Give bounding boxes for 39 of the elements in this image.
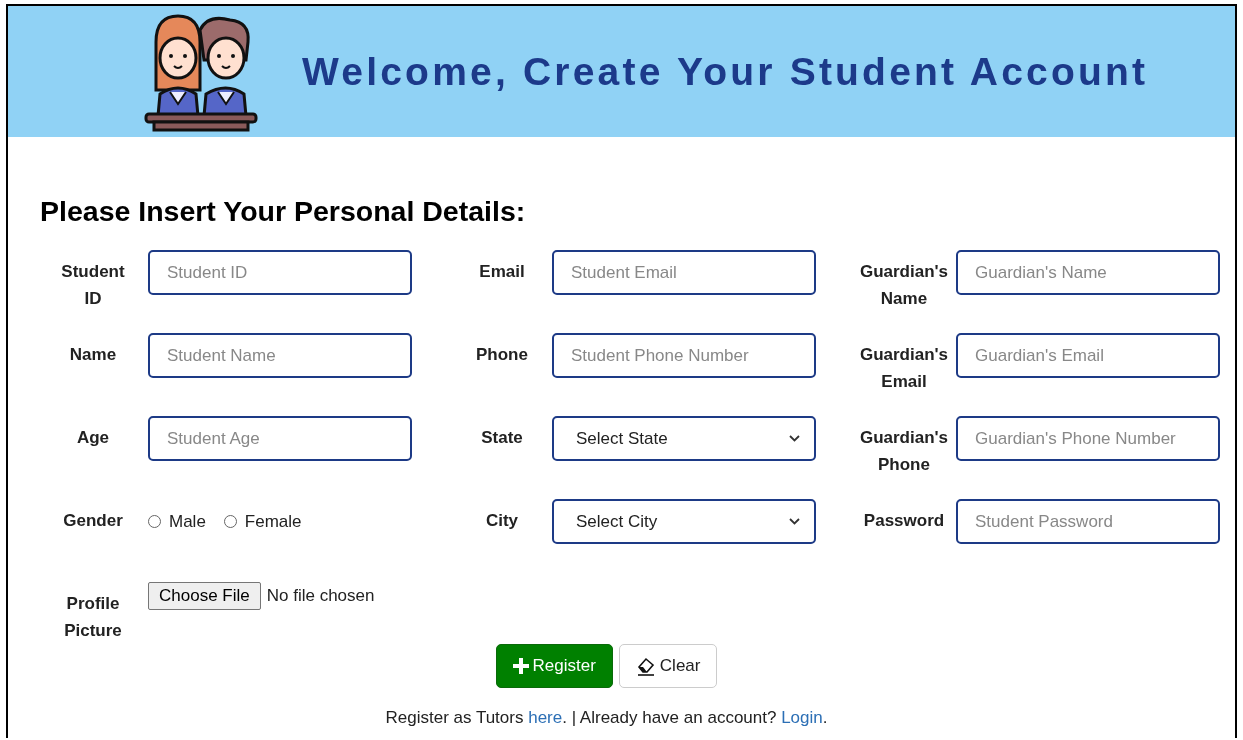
radio-label: Female (244, 511, 302, 532)
text-field[interactable]: Guardian's Name (956, 250, 1220, 295)
eraser-icon (635, 656, 656, 676)
text-field[interactable]: Student Phone Number (552, 333, 816, 378)
text-field[interactable]: Student ID (148, 250, 412, 295)
radio-label: Male (169, 511, 206, 532)
page-title: Welcome, Create Your Student Account (302, 49, 1149, 94)
field-label: Profile Picture (63, 593, 123, 642)
plus-icon (512, 658, 529, 674)
text-field[interactable]: Student Name (148, 333, 412, 378)
field-label: Guardian's Name (858, 261, 950, 310)
form-heading: Please Insert Your Personal Details: (40, 195, 527, 228)
caret-icon (789, 435, 800, 442)
file-status: No file chosen (266, 586, 375, 606)
select-field[interactable]: Select City (552, 499, 816, 544)
field-label: Student ID (60, 261, 126, 310)
field-label: Email (479, 261, 525, 283)
clear-button[interactable]: Clear (618, 644, 718, 688)
account-links-text: Register as Tutors here. | Already have an account? Login. (384, 708, 829, 728)
text-field[interactable]: Student Email (552, 250, 816, 295)
field-label: Phone (476, 344, 528, 366)
footer-link[interactable]: here (528, 708, 563, 727)
caret-icon (789, 518, 800, 525)
text-field[interactable]: Student Age (148, 416, 412, 461)
field-label: Name (69, 344, 117, 366)
field-label: Password (863, 510, 945, 532)
field-label: State (481, 427, 523, 449)
text-field[interactable]: Student Password (956, 499, 1220, 544)
field-label: Gender (63, 510, 123, 532)
choose-file-button[interactable]: Choose File (148, 582, 261, 610)
text-field[interactable]: Guardian's Phone Number (956, 416, 1220, 461)
select-field[interactable]: Select State (552, 416, 816, 461)
field-label: Guardian's Email (858, 344, 950, 393)
field-label: Age (76, 427, 110, 449)
field-label: City (485, 510, 519, 532)
register-button[interactable]: Register (495, 644, 613, 688)
footer-link[interactable]: Login (781, 708, 823, 727)
text-field[interactable]: Guardian's Email (956, 333, 1220, 378)
field-label: Guardian's Phone (858, 427, 950, 476)
